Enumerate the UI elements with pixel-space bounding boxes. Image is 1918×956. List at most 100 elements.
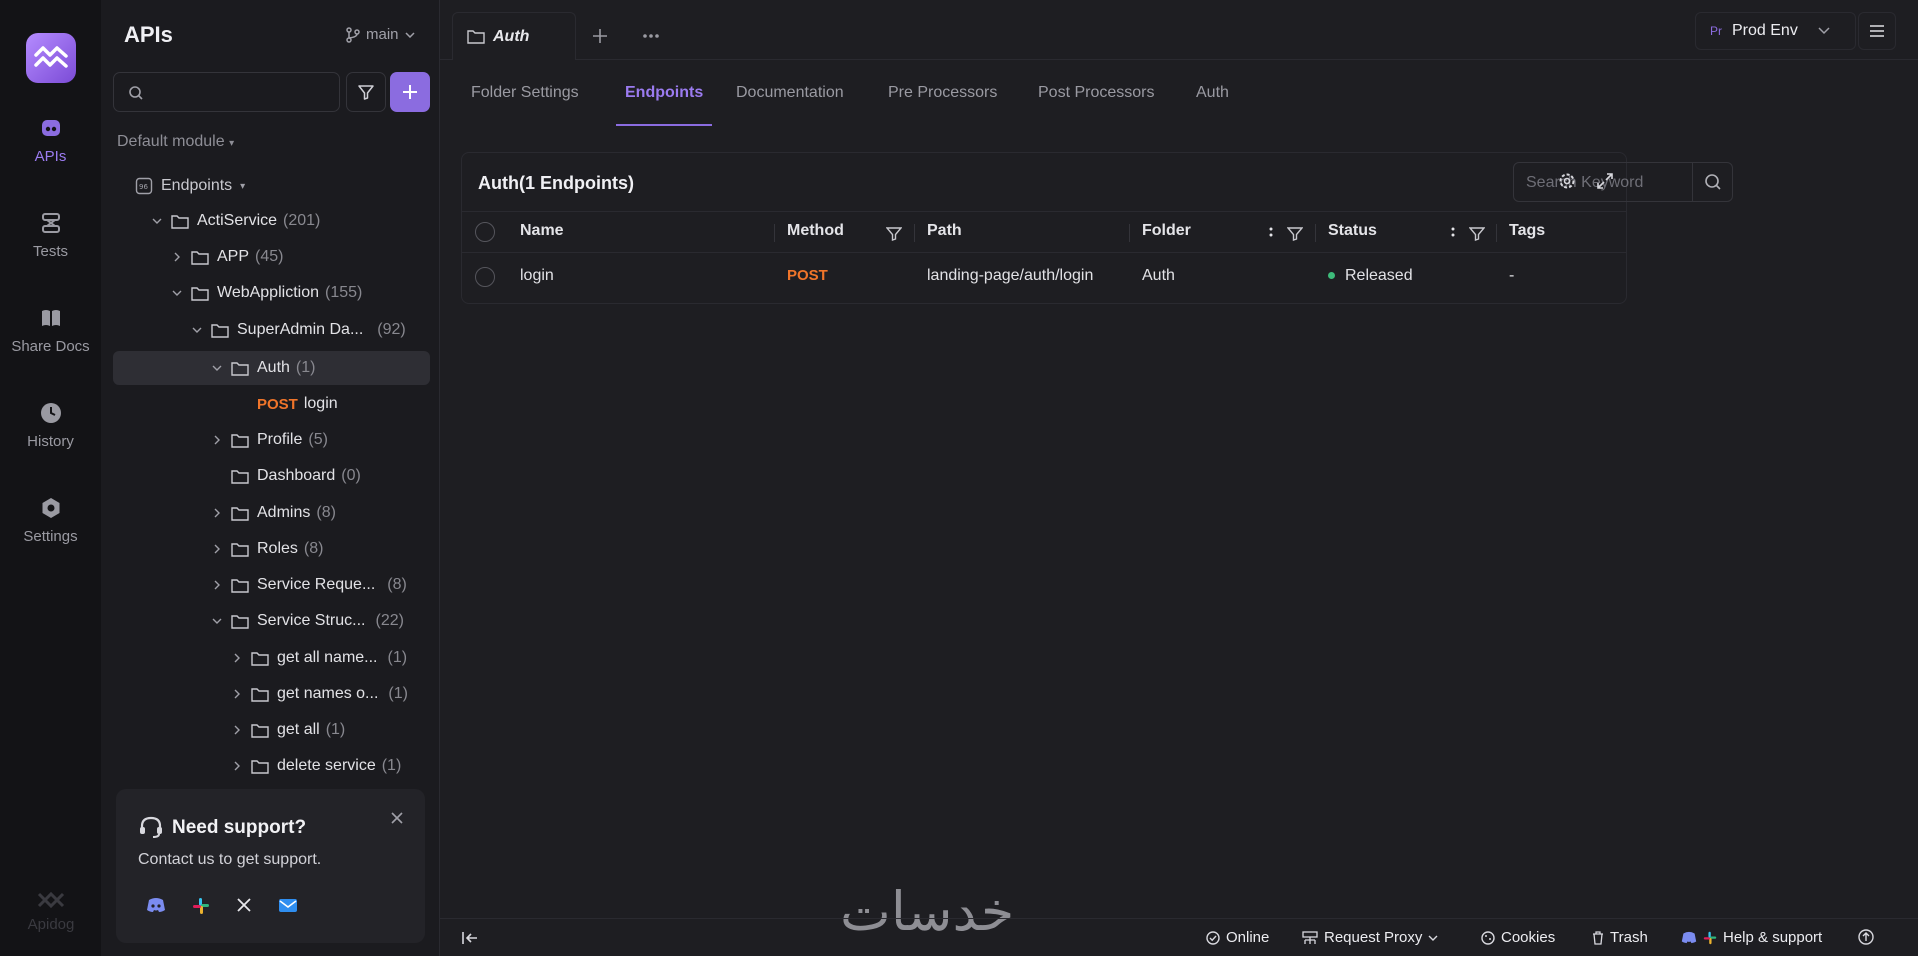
tree-item-webappliction[interactable]: WebAppliction (155) [113, 276, 430, 310]
sidebar-search-input[interactable] [152, 81, 332, 105]
close-icon[interactable] [391, 811, 403, 829]
tree-count: (8) [316, 504, 336, 521]
plus-icon [593, 29, 607, 43]
col-folder: Folder [1142, 222, 1191, 239]
env-label: Prod Env [1732, 22, 1798, 39]
tree-label: SuperAdmin Da... [237, 321, 364, 338]
folder-icon [171, 214, 189, 229]
folder-icon [231, 614, 249, 629]
filter-icon[interactable] [886, 226, 902, 242]
select-all-checkbox[interactable] [475, 222, 495, 242]
filter-icon[interactable] [1469, 226, 1485, 242]
col-divider[interactable] [1129, 224, 1130, 242]
collapse-sidebar-button[interactable] [462, 930, 478, 950]
discord-icon[interactable] [146, 897, 166, 913]
col-status: Status [1328, 222, 1377, 239]
tree-item-get-all[interactable]: get all (1) [113, 713, 430, 747]
tab-auth-settings[interactable]: Auth [1196, 84, 1229, 102]
tree-item-superadmin[interactable]: SuperAdmin Da... (92) [113, 313, 430, 347]
filter-button[interactable] [346, 72, 386, 112]
tab-post-processors[interactable]: Post Processors [1038, 84, 1154, 102]
add-button[interactable] [390, 72, 430, 112]
tree-item-roles[interactable]: Roles (8) [113, 532, 430, 566]
tree-item-get-names-of[interactable]: get names o... (1) [113, 677, 430, 711]
rail-item-settings[interactable]: Settings [0, 496, 101, 545]
column-menu-icon[interactable] [1451, 225, 1455, 239]
col-divider[interactable] [1496, 224, 1497, 242]
filter-icon[interactable] [1287, 226, 1303, 242]
tree-label: Service Struc... [257, 612, 366, 629]
environment-selector[interactable]: Pr Prod Env [1695, 12, 1856, 50]
x-twitter-icon[interactable] [236, 897, 252, 913]
search-button[interactable] [1692, 163, 1732, 201]
menu-button[interactable] [1858, 12, 1896, 50]
tree-item-delete-service[interactable]: delete service (1) [113, 749, 430, 783]
folder-icon [211, 323, 229, 338]
help-support[interactable]: Help & support [1681, 929, 1822, 946]
left-rail: APIs Tests Share Docs History Settings A… [0, 0, 101, 956]
tree-item-login[interactable]: POST login [113, 387, 430, 421]
module-selector[interactable]: Default module ▾ [117, 133, 234, 151]
col-divider[interactable] [1315, 224, 1316, 242]
tab-folder-settings[interactable]: Folder Settings [471, 84, 579, 102]
cell-name[interactable]: login [520, 267, 554, 285]
sidebar-search[interactable] [113, 72, 340, 112]
rail-item-history[interactable]: History [0, 401, 101, 450]
tree-item-profile[interactable]: Profile (5) [113, 423, 430, 457]
row-checkbox[interactable] [475, 267, 495, 287]
more-tabs-button[interactable] [642, 22, 660, 45]
tree-label: login [303, 395, 338, 412]
slack-icon[interactable] [192, 897, 210, 915]
expand-icon [1597, 173, 1613, 189]
column-menu-icon[interactable] [1269, 225, 1273, 239]
folder-icon [191, 250, 209, 265]
request-proxy[interactable]: Request Proxy [1302, 929, 1438, 946]
tree-item-get-all-names[interactable]: get all name... (1) [113, 641, 430, 675]
gear-icon [1559, 173, 1575, 189]
mail-icon[interactable] [278, 897, 298, 913]
cookies-button[interactable]: Cookies [1481, 929, 1555, 946]
tree-item-auth[interactable]: Auth (1) [113, 351, 430, 385]
tab-endpoints[interactable]: Endpoints [625, 84, 703, 102]
trash-icon [1593, 930, 1603, 945]
tree-item-app[interactable]: APP (45) [113, 240, 430, 274]
rail-item-share-docs[interactable]: Share Docs [0, 306, 101, 355]
tree-count: (155) [324, 284, 363, 301]
cookies-label: Cookies [1501, 929, 1556, 946]
keyword-search[interactable] [1513, 162, 1733, 202]
tree-label: WebAppliction [217, 284, 319, 301]
env-badge: Pr [1710, 24, 1722, 38]
branch-selector[interactable]: main [346, 26, 415, 43]
tree-item-service-structure[interactable]: Service Struc... (22) [113, 604, 430, 638]
settings-button[interactable] [1558, 172, 1576, 195]
col-method: Method [787, 222, 844, 239]
tab-auth[interactable]: Auth [452, 12, 576, 60]
upgrade-button[interactable] [1858, 929, 1874, 945]
tree-label: Endpoints [161, 177, 233, 194]
collapse-icon [462, 932, 477, 944]
tree-item-service-requests[interactable]: Service Reque... (8) [113, 568, 430, 602]
folder-icon [191, 286, 209, 301]
expand-button[interactable] [1596, 172, 1614, 195]
tree-item-dashboard[interactable]: Dashboard (0) [113, 459, 430, 493]
tree-item-actiservice[interactable]: ActiService (201) [113, 204, 430, 238]
tab-pre-processors[interactable]: Pre Processors [888, 84, 997, 102]
folder-icon [467, 30, 485, 44]
col-divider[interactable] [914, 224, 915, 242]
table-row[interactable]: login POST landing-page/auth/login Auth … [462, 253, 1626, 303]
rail-item-tests[interactable]: Tests [0, 211, 101, 260]
bottom-bar: Online Request Proxy Cookies Trash Help … [440, 918, 1918, 956]
sidebar-title: APIs [124, 22, 173, 47]
module-label: Default module [117, 133, 225, 150]
rail-item-apis[interactable]: APIs [0, 116, 101, 165]
online-status[interactable]: Online [1206, 929, 1269, 946]
tree-item-admins[interactable]: Admins (8) [113, 496, 430, 530]
branch-icon [346, 26, 360, 43]
tab-documentation[interactable]: Documentation [736, 84, 844, 102]
chevron-down-icon [209, 360, 225, 376]
new-tab-button[interactable] [592, 24, 608, 50]
col-divider[interactable] [774, 224, 775, 242]
trash-button[interactable]: Trash [1592, 929, 1648, 946]
folder-icon [231, 578, 249, 593]
tree-item-endpoints[interactable]: 96 Endpoints ▾ [113, 169, 430, 203]
